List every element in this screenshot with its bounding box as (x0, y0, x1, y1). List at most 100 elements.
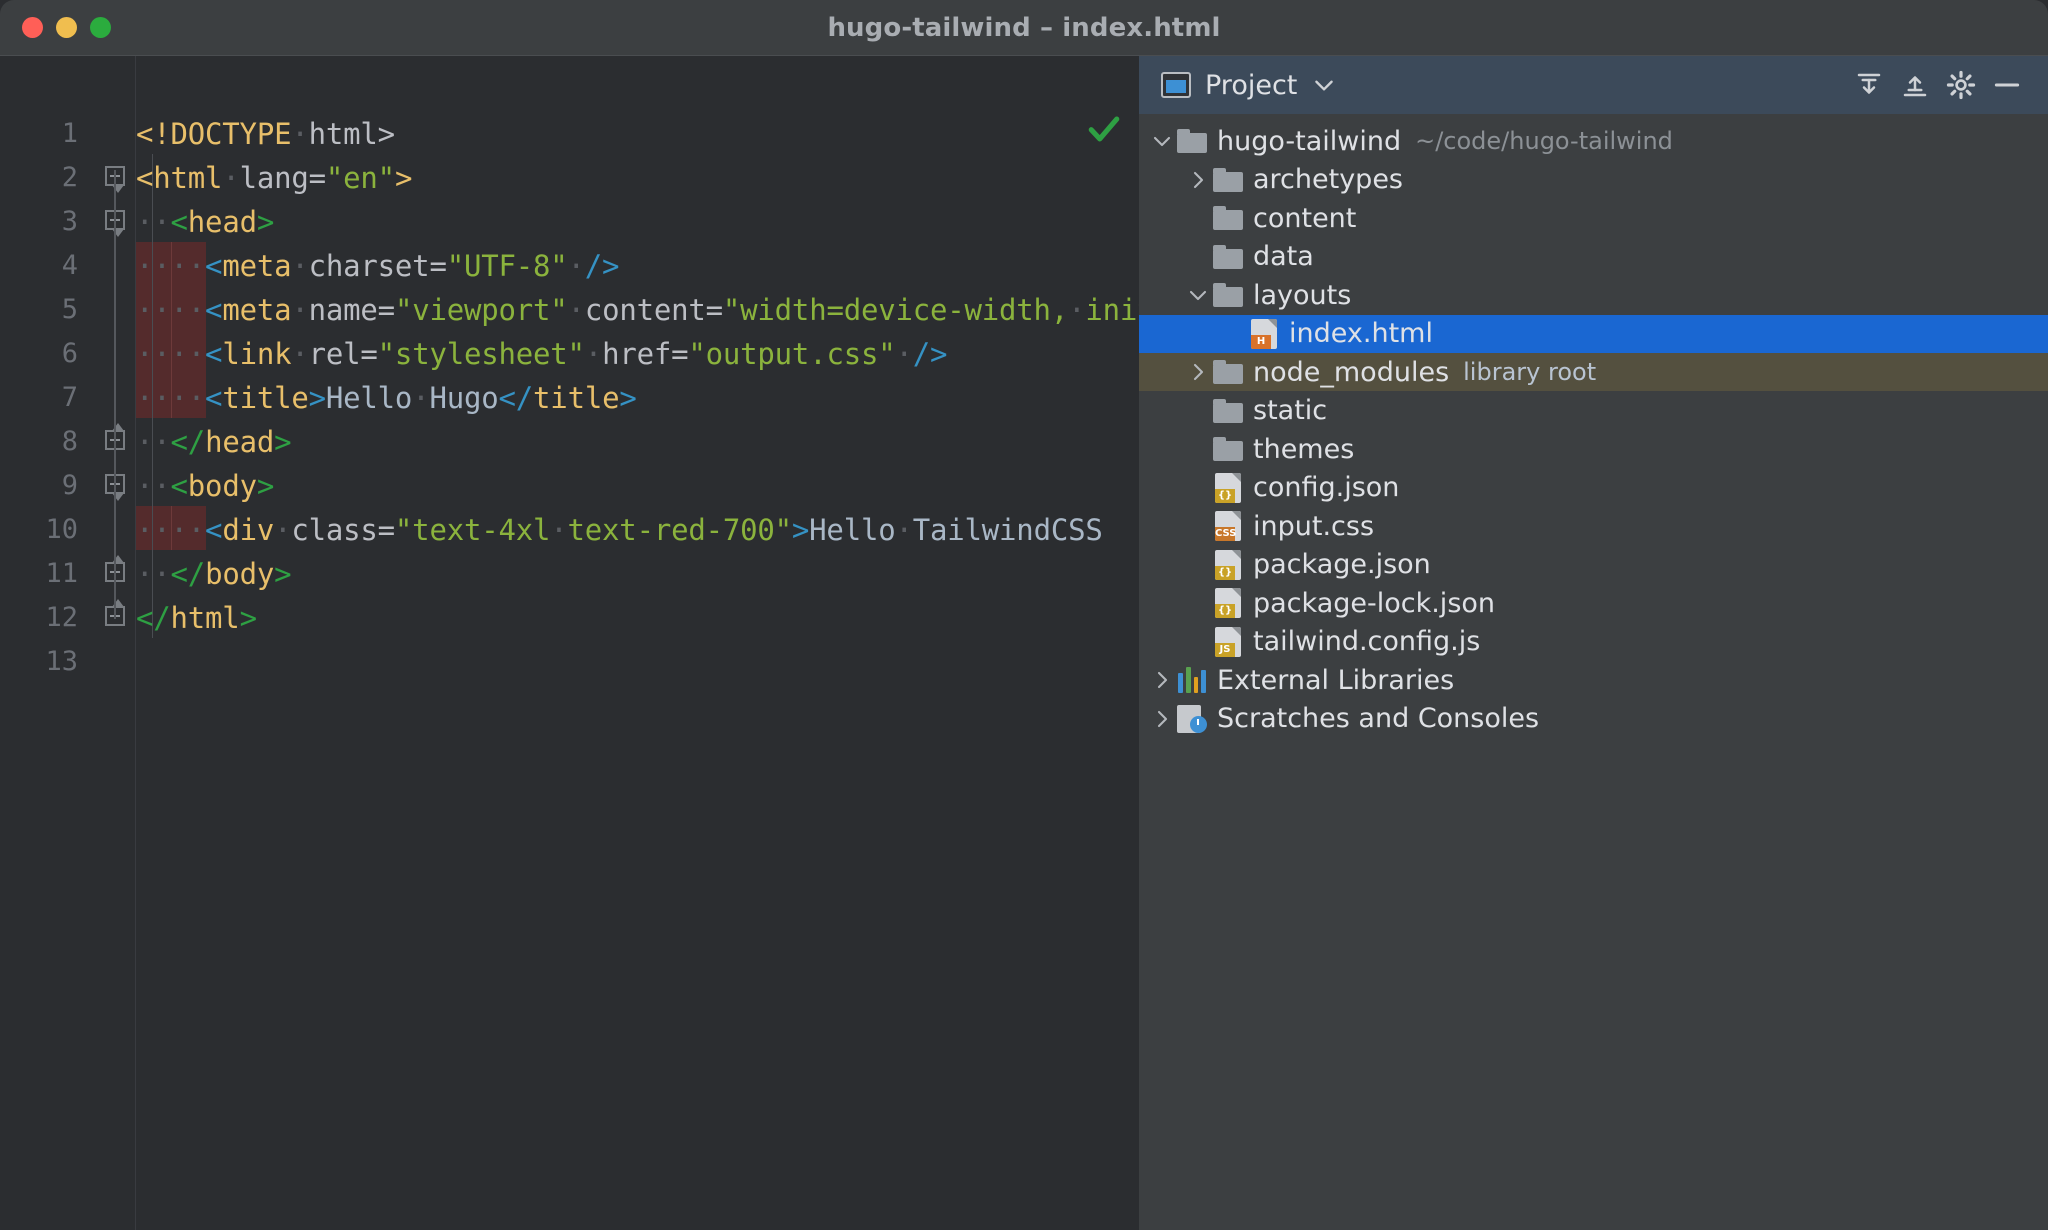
expand-all-button[interactable] (1846, 62, 1892, 108)
tree-item-sublabel: ~/code/hugo-tailwind (1415, 127, 1673, 155)
tree-item-label: hugo-tailwind (1217, 125, 1402, 157)
chevron-right-icon[interactable] (1185, 161, 1211, 199)
code-text[interactable]: ····<meta·charset="UTF-8"·/> (136, 244, 620, 288)
code-line[interactable]: 5 ····<meta·name="viewport"·content="widt… (0, 288, 1139, 332)
tree-item-label: External Libraries (1217, 664, 1455, 696)
project-panel-title: Project (1205, 69, 1298, 101)
tree-item-label: static (1253, 395, 1328, 426)
js-file-icon: JS (1211, 623, 1245, 661)
tree-item-tailwind-config-js[interactable]: JS tailwind.config.js (1139, 623, 2048, 661)
folder-icon (1211, 238, 1245, 276)
project-file-tree[interactable]: hugo-tailwind ~/code/hugo-tailwind archety… (1139, 114, 2048, 1230)
folder-icon (1211, 430, 1245, 468)
tree-item-sublabel: library root (1463, 358, 1597, 386)
line-number: 6 (61, 338, 78, 369)
line-number: 12 (45, 602, 78, 633)
gear-icon[interactable] (1938, 62, 1984, 108)
folder-icon (1211, 199, 1245, 237)
inspection-ok-icon[interactable] (1087, 112, 1121, 146)
code-text[interactable]: ····<link·rel="stylesheet"·href="output.… (136, 332, 947, 376)
chevron-right-icon[interactable] (1149, 700, 1175, 738)
code-text[interactable]: ····<meta·name="viewport"·content="width… (136, 288, 1139, 332)
tree-item-label: content (1253, 202, 1357, 234)
tree-item-label: index.html (1289, 318, 1433, 349)
html-file-icon: H (1247, 315, 1281, 353)
chevron-down-icon[interactable] (1185, 276, 1211, 314)
code-line[interactable]: 13 (0, 640, 1139, 684)
code-line[interactable]: 1 <!DOCTYPE·html> (0, 112, 1139, 156)
folder-icon (1211, 161, 1245, 199)
line-number: 2 (61, 162, 78, 193)
tree-item-hugo-tailwind[interactable]: hugo-tailwind ~/code/hugo-tailwind (1139, 122, 2048, 160)
json-file-icon: {} (1211, 546, 1245, 584)
code-line[interactable]: 3 ··<head> (0, 200, 1139, 244)
minimize-panel-button[interactable] (1984, 62, 2030, 108)
window-title: hugo-tailwind – index.html (827, 12, 1221, 43)
line-number: 5 (61, 294, 78, 325)
line-number: 3 (61, 206, 78, 237)
tree-item-label: input.css (1253, 510, 1375, 542)
code-editor[interactable]: 1 <!DOCTYPE·html> 2 <html·lang="en"> 3 ··<hea… (0, 56, 1139, 1230)
close-window-button[interactable] (22, 17, 43, 38)
code-text[interactable]: ····<title>Hello·Hugo</title> (136, 376, 637, 420)
chevron-right-icon[interactable] (1149, 661, 1175, 699)
line-number: 10 (45, 514, 78, 545)
tree-item-scratches-and-consoles[interactable]: Scratches and Consoles (1139, 700, 2048, 738)
folder-icon (1175, 122, 1209, 160)
code-text[interactable]: ··<body> (136, 464, 274, 508)
code-line[interactable]: 8 ··</head> (0, 420, 1139, 464)
tree-item-content[interactable]: content (1139, 199, 2048, 237)
chevron-down-icon[interactable] (1149, 122, 1175, 160)
code-line[interactable]: 10 ····<div·class="text-4xl·text-red-700"… (0, 508, 1139, 552)
tree-item-themes[interactable]: themes (1139, 430, 2048, 468)
tree-item-label: archetypes (1253, 164, 1404, 195)
code-line[interactable]: 4 ····<meta·charset="UTF-8"·/> (0, 244, 1139, 288)
tree-item-layouts[interactable]: layouts (1139, 276, 2048, 314)
tree-item-label: tailwind.config.js (1253, 626, 1481, 657)
collapse-all-button[interactable] (1892, 62, 1938, 108)
folder-icon (1211, 392, 1245, 430)
code-text[interactable]: ····<div·class="text-4xl·text-red-700">H… (136, 508, 1103, 552)
title-bar: hugo-tailwind – index.html (0, 0, 2048, 56)
code-line[interactable]: 2 <html·lang="en"> (0, 156, 1139, 200)
tree-item-input-css[interactable]: CSS input.css (1139, 507, 2048, 545)
maximize-window-button[interactable] (90, 17, 111, 38)
project-view-selector[interactable]: Project (1161, 70, 1846, 101)
tree-item-package-lock-json[interactable]: {} package-lock.json (1139, 584, 2048, 622)
code-text[interactable]: ··<head> (136, 200, 274, 244)
tree-item-archetypes[interactable]: archetypes (1139, 161, 2048, 199)
code-line[interactable]: 11 ··</body> (0, 552, 1139, 596)
minimize-window-button[interactable] (56, 17, 77, 38)
tree-item-config-json[interactable]: {} config.json (1139, 469, 2048, 507)
code-text[interactable]: <!DOCTYPE·html> (136, 112, 395, 156)
code-text[interactable]: ··</body> (136, 552, 292, 596)
line-number: 7 (61, 382, 78, 413)
tree-item-package-json[interactable]: {} package.json (1139, 546, 2048, 584)
tree-item-static[interactable]: static (1139, 392, 2048, 430)
tree-item-node-modules[interactable]: node_modules library root (1139, 353, 2048, 391)
code-text[interactable]: ··</head> (136, 420, 292, 464)
code-text[interactable]: </html> (136, 596, 257, 640)
line-number: 1 (61, 118, 78, 149)
code-lines[interactable]: 1 <!DOCTYPE·html> 2 <html·lang="en"> 3 ··<hea… (0, 56, 1139, 1230)
chevron-right-icon[interactable] (1185, 353, 1211, 391)
libraries-icon (1175, 661, 1209, 699)
chevron-down-icon[interactable] (1311, 72, 1337, 98)
line-number: 9 (61, 470, 78, 501)
tree-item-index-html[interactable]: Hindex.html (1139, 314, 2048, 353)
workspace: 1 <!DOCTYPE·html> 2 <html·lang="en"> 3 ··<hea… (0, 56, 2048, 1230)
tree-item-data[interactable]: data (1139, 238, 2048, 276)
code-line[interactable]: 9 ··<body> (0, 464, 1139, 508)
code-line[interactable]: 7 ····<title>Hello·Hugo</title> (0, 376, 1139, 420)
code-line[interactable]: 6 ····<link·rel="stylesheet"·href="output… (0, 332, 1139, 376)
code-line[interactable]: 12 </html> (0, 596, 1139, 640)
code-text[interactable]: <html·lang="en"> (136, 156, 412, 200)
tree-item-external-libraries[interactable]: External Libraries (1139, 661, 2048, 699)
